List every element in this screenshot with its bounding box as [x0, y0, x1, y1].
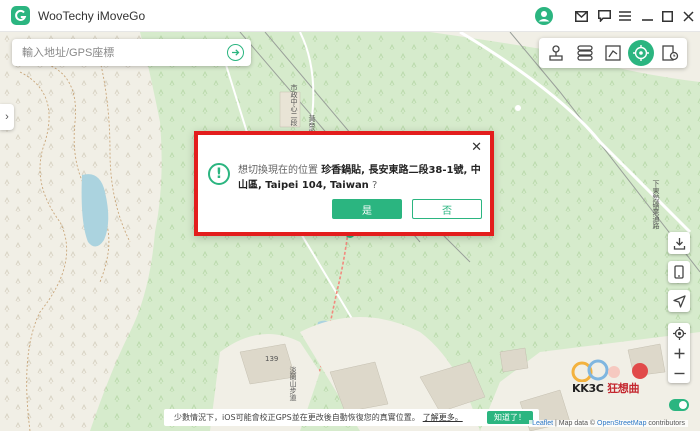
device-icon[interactable]: [668, 261, 690, 283]
mail-icon[interactable]: [571, 6, 591, 26]
map-toggle-switch[interactable]: [669, 399, 689, 411]
watermark: KK3C 狂想曲: [568, 358, 660, 404]
feedback-icon[interactable]: [594, 6, 614, 26]
map-attribution: Leaflet | Map data © OpenStreetMap contr…: [529, 420, 688, 427]
osm-link[interactable]: OpenStreetMap: [597, 420, 646, 427]
app-logo-icon: [11, 6, 30, 25]
search-input[interactable]: [22, 39, 222, 66]
zoom-out-icon[interactable]: [668, 363, 690, 383]
road-label: 市政中心二段: [290, 84, 298, 126]
sidebar-toggle-icon[interactable]: ›: [0, 104, 14, 130]
notice-bar: 少數情況下，iOS可能會校正GPS並在更改後自動恢復您的真實位置。 了解更多。 …: [164, 409, 539, 426]
locate-icon[interactable]: [668, 323, 690, 343]
search-box: [12, 39, 251, 66]
learn-more-link[interactable]: 了解更多。: [423, 412, 463, 423]
yes-button[interactable]: 是: [332, 199, 402, 219]
zoom-in-icon[interactable]: [668, 343, 690, 363]
multi-spot-mode-icon[interactable]: [572, 40, 598, 66]
no-button[interactable]: 否: [412, 199, 482, 219]
search-go-icon[interactable]: [227, 44, 244, 61]
dialog-message: 想切換現在的位置 珍香鍋貼, 長安東路二段38-1號, 中山區, Taipei …: [238, 165, 481, 191]
teleport-mode-icon[interactable]: [628, 40, 655, 66]
menu-icon[interactable]: [615, 6, 635, 26]
mode-toolbar: [539, 38, 687, 68]
watermark-logo-icon: [571, 359, 648, 382]
teleport-confirm-dialog: ✕ ! 想切換現在的位置 珍香鍋貼, 長安東路二段38-1號, 中山區, Tai…: [194, 131, 494, 236]
dialog-close-icon[interactable]: ✕: [471, 140, 482, 155]
watermark-text: KK3C 狂想曲: [572, 382, 640, 395]
building-number: 139: [265, 355, 279, 363]
title-bar: WooTechy iMoveGo: [0, 0, 700, 32]
road-label: 下東勢礦業通路: [652, 180, 660, 229]
import-gpx-icon[interactable]: [668, 232, 690, 254]
joystick-mode-icon[interactable]: [543, 40, 569, 66]
history-icon[interactable]: [657, 40, 683, 66]
road-label: 淡蘭山步道: [289, 366, 297, 401]
leaflet-link[interactable]: Leaflet: [532, 420, 553, 427]
user-avatar-icon[interactable]: [534, 6, 554, 26]
close-icon[interactable]: [678, 6, 698, 26]
app-title: WooTechy iMoveGo: [38, 9, 146, 23]
navigate-icon[interactable]: [668, 290, 690, 312]
maximize-icon[interactable]: [657, 6, 677, 26]
minimize-icon[interactable]: [637, 6, 657, 26]
notice-text: 少數情況下，iOS可能會校正GPS並在更改後自動恢復您的真實位置。: [174, 413, 420, 422]
zoom-controls: [668, 323, 690, 383]
got-it-button[interactable]: 知道了！: [487, 411, 533, 424]
two-spot-mode-icon[interactable]: [600, 40, 626, 66]
warning-icon: !: [208, 163, 230, 185]
